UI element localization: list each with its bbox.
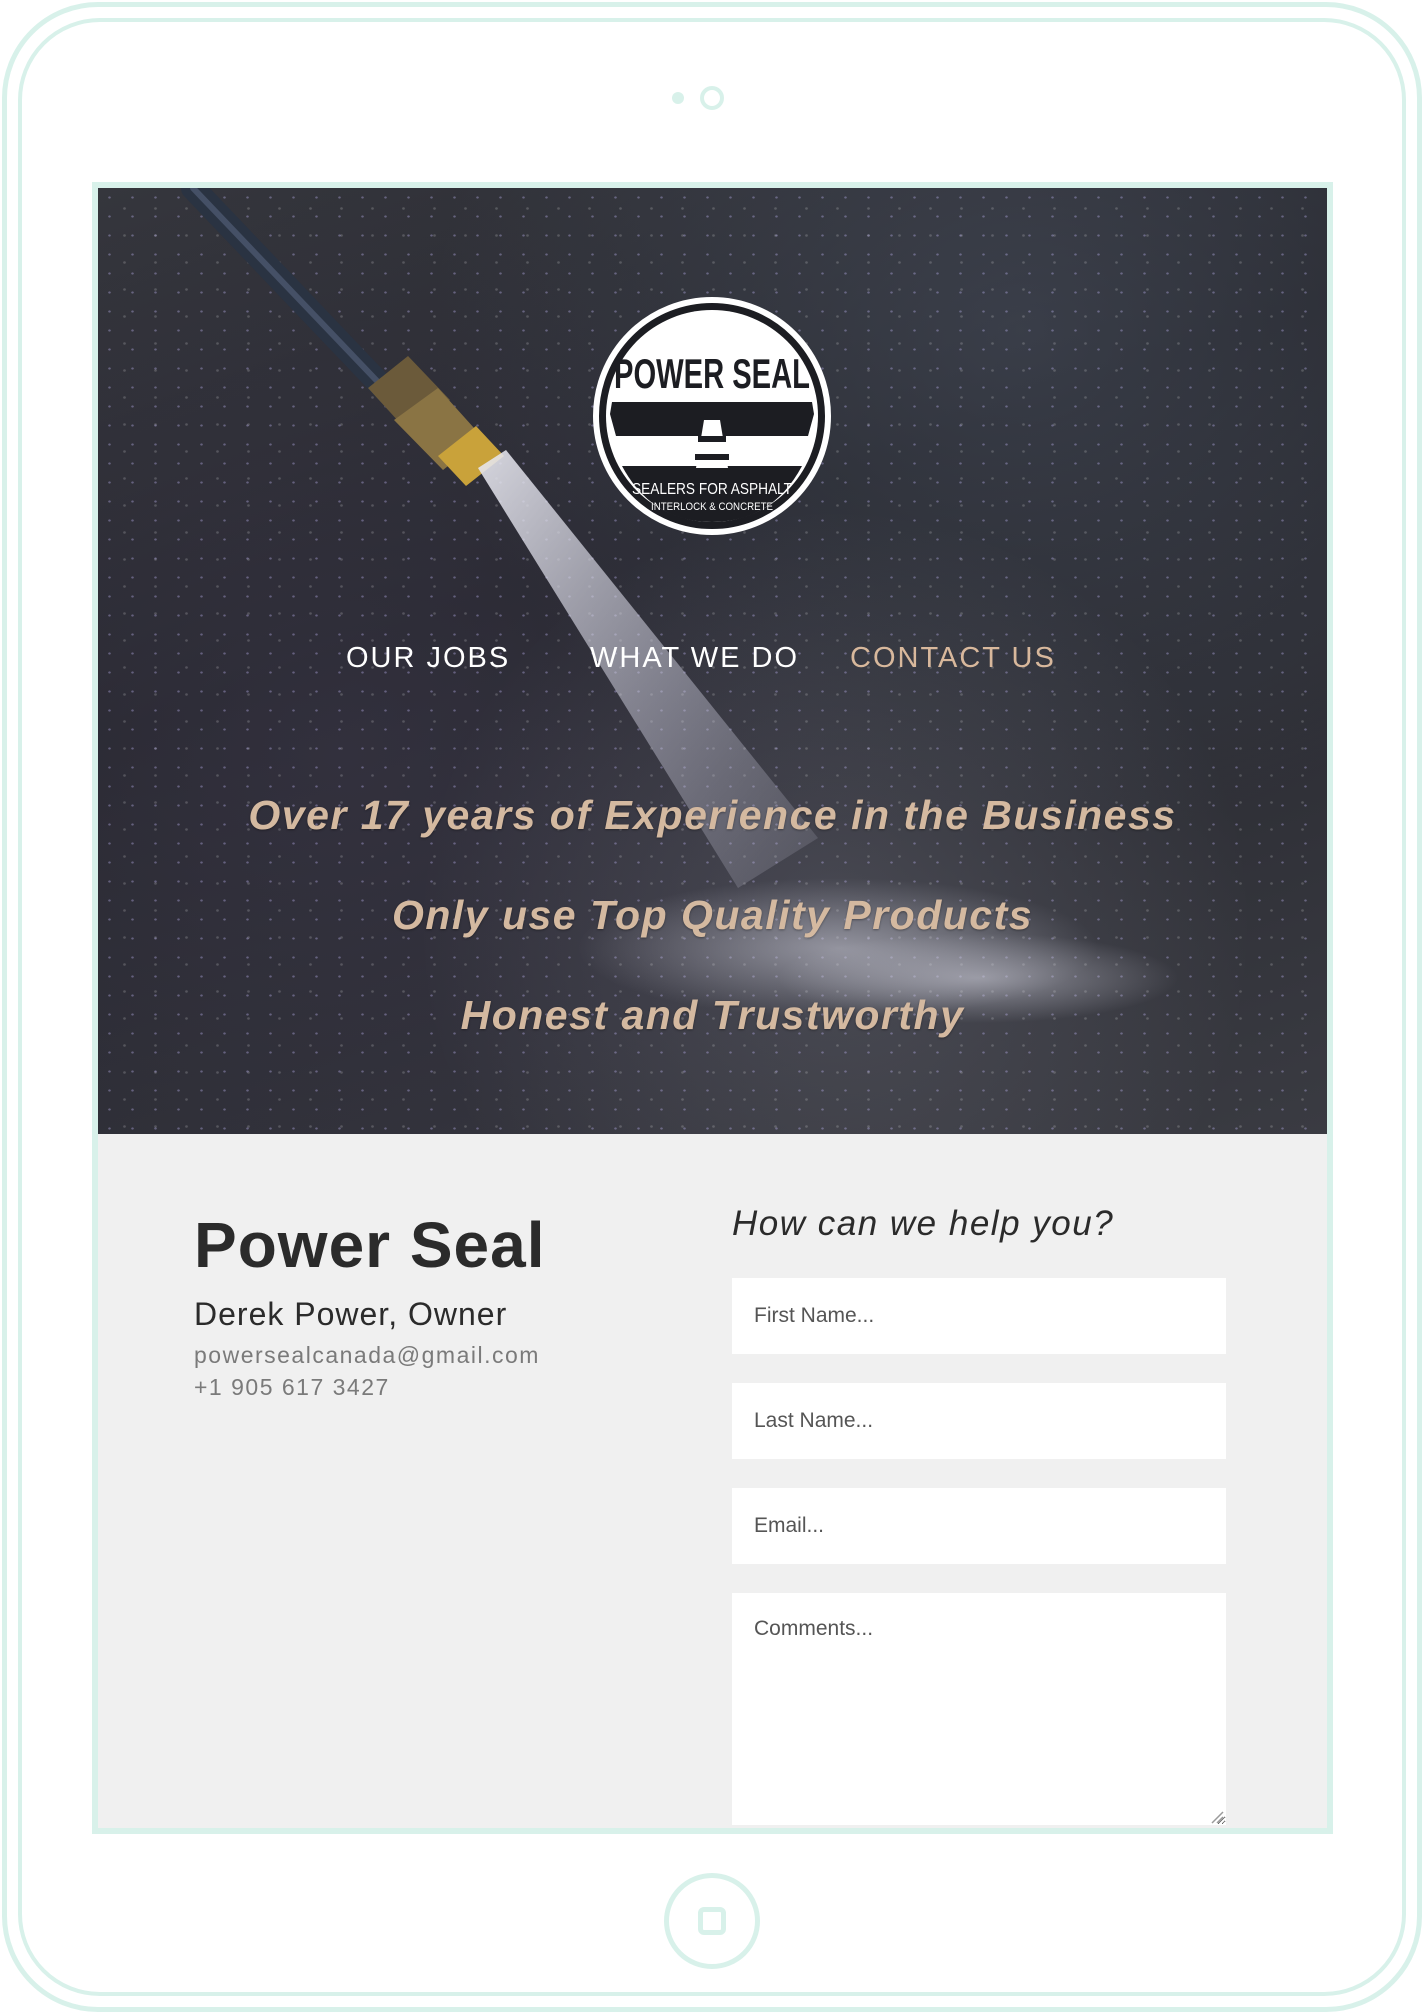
website-screen: POWER SEAL SEALERS FOR ASPHALT INTERLOCK… [92,182,1333,1834]
home-square-icon [698,1907,726,1935]
form-title: How can we help you? [732,1204,1115,1243]
contact-email-link[interactable]: powersealcanada@gmail.com [194,1342,540,1369]
tagline-honest: Honest and Trustworthy [460,992,965,1038]
contact-phone: +1 905 617 3427 [194,1374,390,1400]
company-name: Power Seal [194,1209,546,1281]
logo-title: POWER SEAL [614,350,810,397]
power-seal-logo[interactable]: POWER SEAL SEALERS FOR ASPHALT INTERLOCK… [592,296,832,536]
first-name-field[interactable] [732,1278,1226,1354]
camera-lens-icon [700,86,724,110]
main-nav: OUR JOBS WHAT WE DO CONTACT US [98,642,1327,682]
owner-name: Derek Power, Owner [194,1296,508,1332]
tagline-experience: Over 17 years of Experience in the Busin… [248,792,1177,838]
logo-subtitle: SEALERS FOR ASPHALT [632,481,792,498]
tablet-device-frame: POWER SEAL SEALERS FOR ASPHALT INTERLOCK… [0,0,1424,2014]
nav-our-jobs[interactable]: OUR JOBS [346,642,510,675]
email-field[interactable] [732,1488,1226,1564]
camera-sensor-icon [672,92,684,104]
nav-contact-us[interactable]: CONTACT US [850,642,1056,675]
comments-field[interactable] [732,1593,1226,1825]
resize-grip-icon[interactable] [1210,1810,1224,1824]
home-button [664,1873,760,1969]
hero-section: POWER SEAL SEALERS FOR ASPHALT INTERLOCK… [98,188,1327,1134]
nav-what-we-do[interactable]: WHAT WE DO [590,642,799,675]
last-name-field[interactable] [732,1383,1226,1459]
tagline-quality: Only use Top Quality Products [391,892,1034,938]
logo-subtitle-small: INTERLOCK & CONCRETE [651,501,773,513]
